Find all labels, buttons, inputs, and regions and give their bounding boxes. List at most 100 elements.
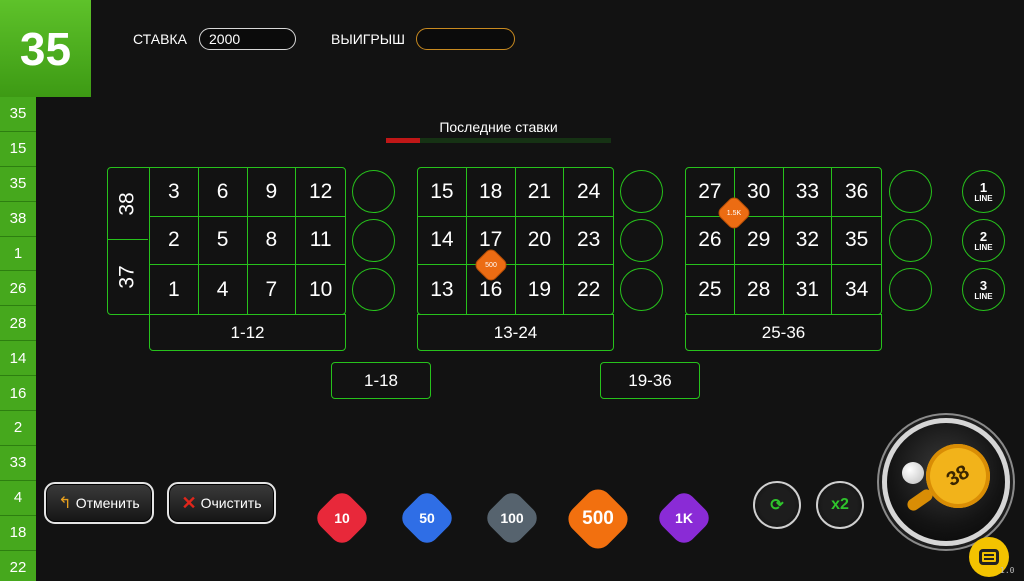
last-bets-title: Последние ставки xyxy=(439,119,558,135)
last-result: 35 xyxy=(0,0,91,97)
double-button[interactable]: x2 xyxy=(816,481,864,529)
chip-1k[interactable]: 1K xyxy=(654,488,714,548)
chip-100[interactable]: 100 xyxy=(482,488,542,548)
bet-cell-3[interactable]: 3 xyxy=(150,168,199,217)
number-grid-3: 27 30 33 36 26 29 32 35 25 28 31 34 xyxy=(685,167,882,315)
bet-cell-33[interactable]: 33 xyxy=(783,168,833,217)
history-item: 26 xyxy=(0,271,36,307)
row-bet-circle[interactable] xyxy=(352,219,395,262)
bet-cell-37[interactable]: 37 xyxy=(108,241,148,313)
clear-label: Очистить xyxy=(200,495,262,511)
history-item: 1 xyxy=(0,236,36,272)
bet-amount-field: 2000 xyxy=(199,28,296,50)
history-item: 2 xyxy=(0,411,36,446)
spin-chip-label: 38 xyxy=(942,460,973,491)
line-label: LINE xyxy=(974,193,993,203)
row-bet-circle[interactable] xyxy=(620,268,663,311)
bet-cell-38[interactable]: 38 xyxy=(108,168,148,240)
placed-chip[interactable]: 500 xyxy=(474,248,508,282)
clear-button[interactable]: ✕ Очистить xyxy=(167,482,276,524)
history-item: 16 xyxy=(0,376,36,412)
bet-cell-32[interactable]: 32 xyxy=(783,216,833,266)
chip-50[interactable]: 50 xyxy=(397,488,457,548)
history-item: 4 xyxy=(0,480,36,516)
bet-cell-5[interactable]: 5 xyxy=(198,216,248,266)
number-grid-1: 3 6 9 12 2 5 8 11 1 4 7 10 xyxy=(149,167,346,315)
bet-cell-12[interactable]: 12 xyxy=(296,168,345,217)
bet-cell-6[interactable]: 6 xyxy=(198,168,248,217)
line-2-button[interactable]: 2 LINE xyxy=(962,219,1005,262)
bet-cell-36[interactable]: 36 xyxy=(832,168,881,217)
roulette-ball-icon xyxy=(902,462,924,484)
repeat-icon: ⟳ xyxy=(770,497,784,514)
bet-cell-19[interactable]: 19 xyxy=(516,265,565,314)
chip-500[interactable]: 500 xyxy=(562,483,634,555)
bet-cell-34[interactable]: 34 xyxy=(832,265,881,314)
history-item: 33 xyxy=(0,445,36,481)
bet-cell-14[interactable]: 14 xyxy=(418,216,467,266)
bet-cell-28[interactable]: 28 xyxy=(735,265,784,314)
line-number: 1 xyxy=(979,179,988,195)
win-amount-field xyxy=(416,28,515,50)
bet-cell-8[interactable]: 8 xyxy=(247,216,297,266)
bet-cell-35[interactable]: 35 xyxy=(832,217,881,266)
placed-chip[interactable]: 1.5K xyxy=(717,196,751,230)
row-bet-circle[interactable] xyxy=(889,268,932,311)
close-icon: ✕ xyxy=(181,492,197,513)
row-bet-circle[interactable] xyxy=(352,268,395,311)
chip-10[interactable]: 10 xyxy=(312,488,372,548)
bet-cell-23[interactable]: 23 xyxy=(564,217,613,266)
chat-icon xyxy=(979,549,999,565)
history-item: 35 xyxy=(0,166,36,202)
dozen-13-24[interactable]: 13-24 xyxy=(417,314,614,351)
bet-cell-7[interactable]: 7 xyxy=(248,265,297,314)
line-number: 2 xyxy=(979,228,988,244)
bet-cell-31[interactable]: 31 xyxy=(784,265,833,314)
dozen-25-36[interactable]: 25-36 xyxy=(685,314,882,351)
undo-arrow-icon: ↰ xyxy=(58,495,72,512)
row-bet-circle[interactable] xyxy=(620,170,663,213)
bet-cell-20[interactable]: 20 xyxy=(515,216,565,266)
bet-cell-24[interactable]: 24 xyxy=(564,168,613,217)
history-item: 38 xyxy=(0,201,36,237)
bet-cell-4[interactable]: 4 xyxy=(199,265,248,314)
bet-cell-11[interactable]: 11 xyxy=(296,217,345,266)
bet-cell-10[interactable]: 10 xyxy=(296,265,345,314)
line-1-button[interactable]: 1 LINE xyxy=(962,170,1005,213)
chip-label: 10 xyxy=(334,510,350,526)
line-label: LINE xyxy=(974,291,993,301)
history-item: 15 xyxy=(0,131,36,167)
undo-button[interactable]: ↰ Отменить xyxy=(44,482,154,524)
cell-label: 38 xyxy=(115,191,139,216)
line-label: LINE xyxy=(974,242,993,252)
line-3-button[interactable]: 3 LINE xyxy=(962,268,1005,311)
bet-cell-13[interactable]: 13 xyxy=(418,265,467,314)
placed-chip-label: 1.5K xyxy=(726,209,742,217)
win-label: ВЫИГРЫШ xyxy=(331,31,405,47)
bet-19-36[interactable]: 19-36 xyxy=(600,362,700,399)
history-item: 14 xyxy=(0,341,36,377)
row-bet-circle[interactable] xyxy=(352,170,395,213)
chip-label: 100 xyxy=(500,510,524,526)
bet-label: СТАВКА xyxy=(133,31,187,47)
bet-cell-9[interactable]: 9 xyxy=(247,168,297,217)
bet-cell-1[interactable]: 1 xyxy=(150,265,199,314)
row-bet-circle[interactable] xyxy=(620,219,663,262)
chip-label: 500 xyxy=(582,508,614,529)
row-bet-circle[interactable] xyxy=(889,170,932,213)
bet-cell-2[interactable]: 2 xyxy=(150,216,199,266)
dozen-1-12[interactable]: 1-12 xyxy=(149,314,346,351)
bet-cell-18[interactable]: 18 xyxy=(466,168,516,217)
repeat-button[interactable]: ⟳ xyxy=(753,481,801,529)
bet-cell-21[interactable]: 21 xyxy=(515,168,565,217)
bet-1-18[interactable]: 1-18 xyxy=(331,362,431,399)
line-number: 3 xyxy=(979,277,988,293)
number-grid-2: 15 18 21 24 14 17 20 23 13 16 19 22 xyxy=(417,167,614,315)
bet-cell-15[interactable]: 15 xyxy=(418,168,467,217)
bet-cell-25[interactable]: 25 xyxy=(686,265,735,314)
zeros-box: 38 37 xyxy=(107,167,150,315)
row-bet-circle[interactable] xyxy=(889,219,932,262)
history-item: 22 xyxy=(0,550,36,581)
history-item: 35 xyxy=(0,97,36,132)
bet-cell-22[interactable]: 22 xyxy=(564,265,613,314)
